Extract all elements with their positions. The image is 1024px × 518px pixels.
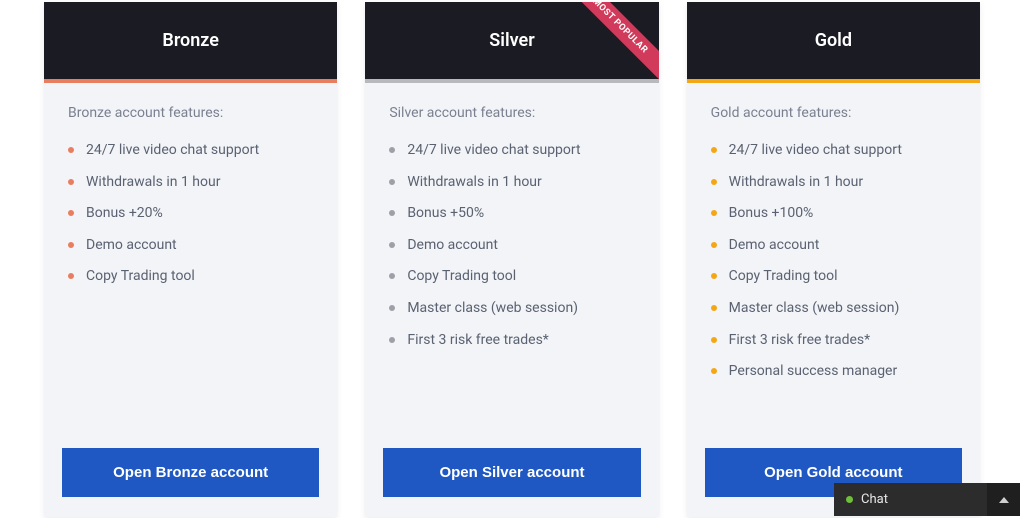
status-online-icon [846, 496, 853, 503]
list-item: Copy Trading tool [68, 261, 313, 293]
list-item: 24/7 live video chat support [711, 135, 956, 167]
plan-title-bronze: Bronze [44, 2, 337, 79]
list-item: Withdrawals in 1 hour [389, 167, 634, 199]
plan-card-silver: MOST POPULAR Silver Silver account featu… [365, 2, 658, 517]
list-item: Copy Trading tool [389, 261, 634, 293]
list-item: Bonus +50% [389, 198, 634, 230]
list-item: First 3 risk free trades* [389, 325, 634, 357]
features-list-silver: 24/7 live video chat support Withdrawals… [389, 135, 634, 356]
list-item: Demo account [711, 230, 956, 262]
list-item: Demo account [389, 230, 634, 262]
features-title-bronze: Bronze account features: [68, 105, 313, 121]
open-bronze-account-button[interactable]: Open Bronze account [62, 448, 319, 497]
list-item: Demo account [68, 230, 313, 262]
open-silver-account-button[interactable]: Open Silver account [383, 448, 640, 497]
plan-card-bronze: Bronze Bronze account features: 24/7 liv… [44, 2, 337, 517]
list-item: Bonus +100% [711, 198, 956, 230]
features-title-gold: Gold account features: [711, 105, 956, 121]
features-title-silver: Silver account features: [389, 105, 634, 121]
plan-card-gold: Gold Gold account features: 24/7 live vi… [687, 2, 980, 517]
list-item: Personal success manager [711, 356, 956, 388]
plan-title-gold: Gold [687, 2, 980, 79]
features-list-bronze: 24/7 live video chat support Withdrawals… [68, 135, 313, 293]
chat-label: Chat [861, 492, 888, 507]
plan-footer-bronze: Open Bronze account [44, 448, 337, 517]
list-item: Bonus +20% [68, 198, 313, 230]
chat-toggle-button[interactable] [987, 483, 1020, 516]
pricing-cards-row: Bronze Bronze account features: 24/7 liv… [0, 0, 1024, 517]
list-item: 24/7 live video chat support [389, 135, 634, 167]
list-item: Withdrawals in 1 hour [68, 167, 313, 199]
list-item: Master class (web session) [711, 293, 956, 325]
list-item: 24/7 live video chat support [68, 135, 313, 167]
chat-widget[interactable]: Chat [834, 483, 1020, 516]
plan-body-bronze: Bronze account features: 24/7 live video… [44, 83, 337, 448]
list-item: First 3 risk free trades* [711, 325, 956, 357]
plan-body-gold: Gold account features: 24/7 live video c… [687, 83, 980, 448]
plan-body-silver: Silver account features: 24/7 live video… [365, 83, 658, 448]
plan-footer-silver: Open Silver account [365, 448, 658, 517]
list-item: Copy Trading tool [711, 261, 956, 293]
list-item: Withdrawals in 1 hour [711, 167, 956, 199]
list-item: Master class (web session) [389, 293, 634, 325]
chat-label-area[interactable]: Chat [834, 492, 987, 507]
features-list-gold: 24/7 live video chat support Withdrawals… [711, 135, 956, 388]
chevron-up-icon [999, 497, 1009, 503]
